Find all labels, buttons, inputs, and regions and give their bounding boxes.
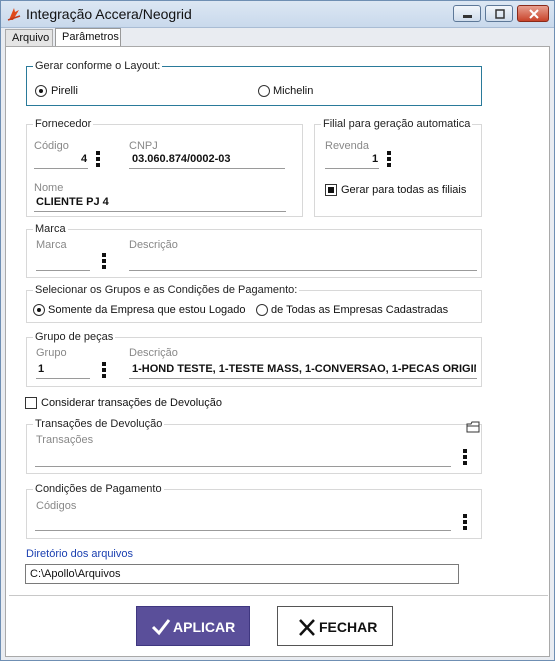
apply-button[interactable]: APLICAR <box>136 606 250 646</box>
fechar-button[interactable]: FECHAR <box>277 606 393 646</box>
filial-group-label: Filial para geração automatica <box>321 118 473 131</box>
fornecedor-group-label: Fornecedor <box>33 118 94 131</box>
window-close-button[interactable] <box>517 5 549 22</box>
grupo-label: Grupo <box>36 347 67 359</box>
transacoes-devolucao-label: Transações de Devolução <box>33 418 165 431</box>
codigos-underline <box>35 530 451 531</box>
close-icon <box>529 9 539 19</box>
grupo-lookup-icon[interactable] <box>102 362 106 378</box>
codigo-label: Código <box>34 140 69 152</box>
considerar-devolucao-label[interactable]: Considerar transações de Devolução <box>41 397 222 409</box>
x-icon <box>299 619 315 636</box>
grupo-descricao-label: Descrição <box>129 347 178 359</box>
tab-arquivo[interactable]: Arquivo <box>5 29 53 47</box>
footer-separator <box>9 595 548 596</box>
apply-button-label: APLICAR <box>173 619 236 635</box>
michelin-radio[interactable] <box>258 85 270 97</box>
marca-underline <box>36 270 90 271</box>
todas-empresas-radio[interactable] <box>256 304 268 316</box>
maximize-button[interactable] <box>485 5 513 22</box>
revenda-label: Revenda <box>325 140 370 152</box>
nome-underline <box>34 211 286 212</box>
fechar-button-label: FECHAR <box>319 619 378 635</box>
window-title: Integração Accera/Neogrid <box>26 6 192 22</box>
revenda-value[interactable]: 1 <box>372 153 378 165</box>
nome-label: Nome <box>34 182 64 194</box>
grupo-pecas-group: Grupo de peças <box>26 331 482 387</box>
folder-icon[interactable] <box>466 421 480 433</box>
codigo-underline <box>34 168 88 169</box>
transacoes-lookup-icon[interactable] <box>463 449 467 465</box>
condicoes-pagamento-label: Condições de Pagamento <box>33 483 164 496</box>
revenda-underline <box>325 168 379 169</box>
transacoes-field-label: Transações <box>36 434 94 446</box>
pirelli-radio[interactable] <box>35 85 47 97</box>
marca-descricao-label: Descrição <box>129 239 178 251</box>
diretorio-label: Diretório dos arquivos <box>26 548 133 560</box>
tab-parametros[interactable]: Parâmetros <box>55 28 121 47</box>
transacoes-underline <box>35 466 451 467</box>
considerar-devolucao-checkbox[interactable] <box>25 397 37 409</box>
todas-empresas-label[interactable]: de Todas as Empresas Cadastradas <box>271 304 448 316</box>
cnpj-value[interactable]: 03.060.874/0002-03 <box>132 153 230 165</box>
layout-group-label: Gerar conforme o Layout: <box>33 60 163 73</box>
grupo-underline <box>36 378 90 379</box>
marca-lookup-icon[interactable] <box>102 253 106 269</box>
todas-filiais-label[interactable]: Gerar para todas as filiais <box>341 184 466 196</box>
marca-descricao-underline <box>129 270 477 271</box>
minimize-button[interactable] <box>453 5 481 22</box>
marca-field-label: Marca <box>36 239 67 251</box>
minimize-icon <box>463 15 472 18</box>
marca-group-label: Marca <box>33 223 68 236</box>
grupo-pecas-group-label: Grupo de peças <box>33 331 116 344</box>
codigo-value[interactable]: 4 <box>81 153 87 165</box>
cnpj-label: CNPJ <box>129 140 158 152</box>
grupo-descricao-value[interactable]: 1-HOND TESTE, 1-TESTE MASS, 1-CONVERSAO,… <box>132 363 476 375</box>
diretorio-input[interactable]: C:\Apollo\Arquivos <box>25 564 459 584</box>
cnpj-underline <box>129 168 285 169</box>
layout-group: Gerar conforme o Layout: <box>26 60 482 106</box>
filial-group: Filial para geração automatica <box>314 118 482 217</box>
title-bar[interactable]: Integração Accera/Neogrid <box>1 1 554 28</box>
maximize-icon <box>495 9 505 19</box>
grupo-descricao-underline <box>129 378 477 379</box>
codigos-field-label: Códigos <box>36 500 77 512</box>
grupos-condicoes-label: Selecionar os Grupos e as Condições de P… <box>33 284 300 297</box>
michelin-label[interactable]: Michelin <box>273 85 313 97</box>
revenda-lookup-icon[interactable] <box>387 151 391 167</box>
codigos-lookup-icon[interactable] <box>463 514 467 530</box>
nome-value[interactable]: CLIENTE PJ 4 <box>36 196 109 208</box>
checkmark-icon <box>151 619 171 636</box>
codigo-lookup-icon[interactable] <box>96 151 100 167</box>
app-logo-icon <box>7 8 21 21</box>
main-window: Integração Accera/Neogrid Arquivo Parâme… <box>0 0 555 661</box>
somente-empresa-radio[interactable] <box>33 304 45 316</box>
pirelli-label[interactable]: Pirelli <box>51 85 78 97</box>
somente-empresa-label[interactable]: Somente da Empresa que estou Logado <box>48 304 246 316</box>
condicoes-pagamento-group: Condições de Pagamento <box>26 483 482 539</box>
todas-filiais-checkbox[interactable] <box>325 184 337 196</box>
grupo-value[interactable]: 1 <box>38 363 44 375</box>
